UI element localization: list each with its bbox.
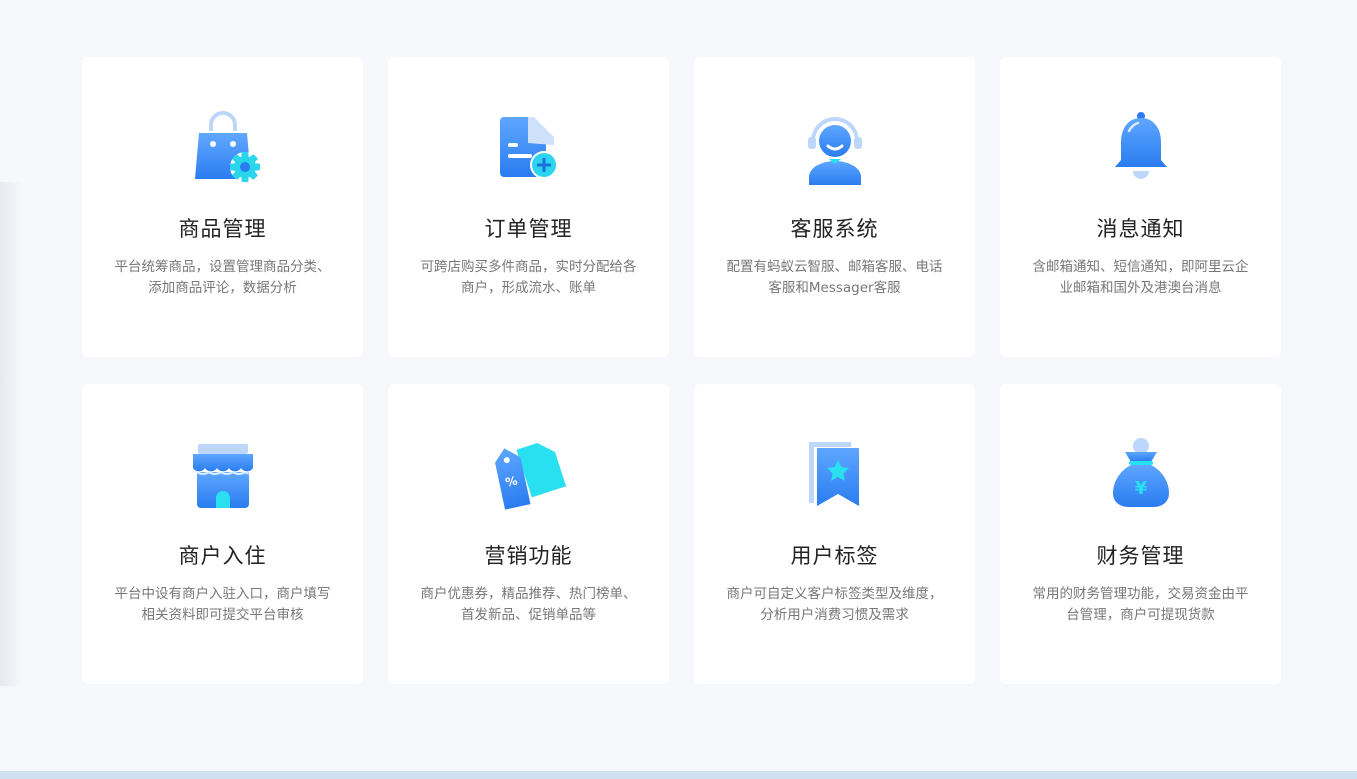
feature-title: 消息通知 <box>1096 217 1185 241</box>
bell-icon <box>1101 107 1181 187</box>
feature-grid: 商品管理 平台统筹商品，设置管理商品分类、添加商品评论，数据分析 订单管理 可跨… <box>82 57 1281 684</box>
feature-card-customer-service[interactable]: 客服系统 配置有蚂蚁云智服、邮箱客服、电话客服和Messager客服 <box>694 57 975 357</box>
feature-description: 商户可自定义客户标签类型及维度，分析用户消费习惯及需求 <box>726 586 943 623</box>
feature-description: 平台中设有商户入驻入口，商户填写相关资料即可提交平台审核 <box>114 586 331 623</box>
feature-card-marketing[interactable]: % 营销功能 商户优惠券，精品推荐、热门榜单、首发新品、促销单品等 <box>388 384 669 684</box>
feature-description: 平台统筹商品，设置管理商品分类、添加商品评论，数据分析 <box>114 259 331 296</box>
feature-card-product-management[interactable]: 商品管理 平台统筹商品，设置管理商品分类、添加商品评论，数据分析 <box>82 57 363 357</box>
feature-description: 常用的财务管理功能，交易资金由平台管理，商户可提现货款 <box>1032 586 1249 623</box>
storefront-icon <box>183 434 263 514</box>
feature-title: 订单管理 <box>484 217 573 241</box>
feature-description: 商户优惠券，精品推荐、热门榜单、首发新品、促销单品等 <box>420 586 637 623</box>
feature-title: 营销功能 <box>484 544 573 568</box>
feature-description: 含邮箱通知、短信通知，即阿里云企业邮箱和国外及港澳台消息 <box>1032 259 1249 296</box>
money-bag-icon: ¥ <box>1101 434 1181 514</box>
feature-card-user-tags[interactable]: 用户标签 商户可自定义客户标签类型及维度，分析用户消费习惯及需求 <box>694 384 975 684</box>
feature-description: 可跨店购买多件商品，实时分配给各商户，形成流水、账单 <box>420 259 637 296</box>
left-edge-shadow <box>0 434 24 686</box>
features-section: 商品管理 平台统筹商品，设置管理商品分类、添加商品评论，数据分析 订单管理 可跨… <box>0 0 1357 779</box>
feature-title: 客服系统 <box>790 217 879 241</box>
document-add-icon <box>489 107 569 187</box>
feature-card-merchant-onboarding[interactable]: 商户入住 平台中设有商户入驻入口，商户填写相关资料即可提交平台审核 <box>82 384 363 684</box>
feature-card-order-management[interactable]: 订单管理 可跨店购买多件商品，实时分配给各商户，形成流水、账单 <box>388 57 669 357</box>
feature-title: 商品管理 <box>178 217 267 241</box>
svg-text:¥: ¥ <box>1134 478 1147 499</box>
shopping-bag-gear-icon <box>183 107 263 187</box>
price-tags-icon: % <box>489 434 569 514</box>
feature-title: 财务管理 <box>1096 544 1185 568</box>
feature-title: 商户入住 <box>178 544 267 568</box>
feature-description: 配置有蚂蚁云智服、邮箱客服、电话客服和Messager客服 <box>726 259 943 296</box>
feature-title: 用户标签 <box>790 544 879 568</box>
bookmark-star-icon <box>795 434 875 514</box>
next-section-edge <box>0 771 1357 779</box>
left-edge-shadow <box>0 182 24 434</box>
headset-agent-icon <box>795 107 875 187</box>
feature-card-finance[interactable]: ¥ 财务管理 常用的财务管理功能，交易资金由平台管理，商户可提现货款 <box>1000 384 1281 684</box>
feature-card-notifications[interactable]: 消息通知 含邮箱通知、短信通知，即阿里云企业邮箱和国外及港澳台消息 <box>1000 57 1281 357</box>
